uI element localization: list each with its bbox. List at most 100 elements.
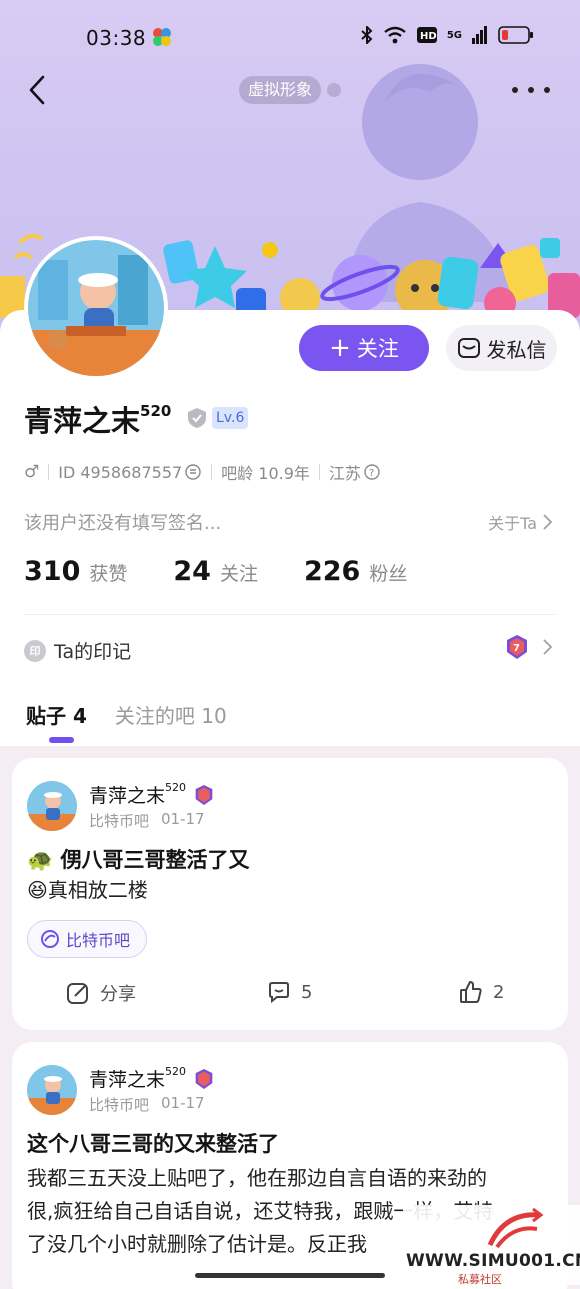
comment-button[interactable]: 5 <box>267 980 312 1004</box>
about-label: 关于Ta <box>488 514 537 533</box>
tab-posts[interactable]: 贴子 4 <box>26 700 87 729</box>
more-dot <box>544 87 550 93</box>
post-author[interactable]: 青萍之末520 <box>89 1065 214 1092</box>
tag-dot <box>327 83 341 97</box>
imprint-badge-number: 7 <box>513 643 520 654</box>
post-author-name: 青萍之末 <box>89 1069 166 1091</box>
stat-label: 获赞 <box>89 563 128 585</box>
status-bar: 03:38 HD 5G <box>0 0 580 74</box>
more-dot <box>512 87 518 93</box>
share-icon <box>67 983 88 1004</box>
bar-age: 吧龄 10.9年 <box>221 464 310 483</box>
like-count: 2 <box>493 981 505 1003</box>
post-date: 01-17 <box>161 810 205 828</box>
imprint-row[interactable]: 印 Ta的印记 <box>24 637 131 664</box>
post-title: 🐢 侽八哥三哥整活了又 <box>27 844 249 874</box>
post-author-avatar[interactable] <box>27 781 77 831</box>
forum-chip[interactable]: 比特币吧 <box>27 920 148 958</box>
like-button[interactable]: 2 <box>459 980 504 1004</box>
hd-icon: HD <box>416 27 437 43</box>
level-badge[interactable]: Lv.6 <box>212 407 249 429</box>
stat-number: 24 <box>173 556 211 587</box>
username-sup: 520 <box>140 402 172 420</box>
svg-text:HD: HD <box>420 31 437 42</box>
stats-row: 310 获赞 24 关注 226 粉丝 <box>24 556 453 587</box>
divider <box>48 464 50 480</box>
chevron-right-icon <box>543 514 552 530</box>
follow-label: 关注 <box>356 337 399 361</box>
about-link[interactable]: 关于Ta <box>488 510 552 534</box>
more-dot <box>528 87 534 93</box>
post-author-avatar[interactable] <box>27 1065 77 1115</box>
signal-bars-icon <box>472 26 487 44</box>
svg-text:?: ? <box>369 468 374 479</box>
more-options-button[interactable] <box>512 80 550 100</box>
stat-number: 226 <box>303 556 361 587</box>
back-button[interactable] <box>20 70 54 110</box>
username-text: 青萍之末 <box>24 404 141 438</box>
post-author-name: 青萍之末 <box>89 785 166 807</box>
divider <box>318 464 320 480</box>
stat-number: 310 <box>24 556 81 587</box>
stat-likes[interactable]: 310 获赞 <box>24 556 127 587</box>
profile-meta: ♂ ID 4958687557 吧龄 10.9年 江苏 ? <box>24 460 381 484</box>
post-author-sup: 520 <box>165 781 187 794</box>
forum-icon <box>41 930 59 948</box>
username: 青萍之末520 <box>24 398 171 440</box>
tab-followed-bars[interactable]: 关注的吧 10 <box>115 700 227 729</box>
plus-icon: + <box>329 333 351 363</box>
post-card[interactable]: 青萍之末520 比特币吧 01-17 🐢 侽八哥三哥整活了又 😆真相放二楼 比特… <box>12 758 568 1030</box>
status-icons: HD 5G <box>361 26 534 44</box>
comment-icon <box>269 982 289 1004</box>
location: 江苏 <box>328 464 361 483</box>
message-icon <box>457 338 480 358</box>
post-body: 😆真相放二楼 <box>27 878 148 902</box>
watermark: WWW.SIMU001.CN 私募社区 <box>403 1205 580 1286</box>
copy-icon[interactable] <box>184 463 202 481</box>
profile-avatar[interactable] <box>24 236 168 380</box>
share-button[interactable]: 分享 <box>66 980 136 1006</box>
author-badge-icon <box>195 1068 213 1089</box>
section-divider <box>24 614 556 615</box>
help-icon[interactable]: ? <box>363 463 381 481</box>
imprint-badge-icon: 7 <box>507 635 527 659</box>
chevron-left-icon <box>29 75 45 105</box>
stat-fans[interactable]: 226 粉丝 <box>304 556 407 587</box>
user-id: ID 4958687557 <box>58 462 183 482</box>
imprint-label: Ta的印记 <box>54 641 132 663</box>
imprint-icon: 印 <box>24 639 46 662</box>
author-badge-icon <box>195 784 213 805</box>
post-meta: 比特币吧 01-17 <box>89 1094 205 1115</box>
post-body-line: 我都三五天没上贴吧了，他在那边自言自语的来劲的 <box>27 1166 487 1190</box>
profile-tabs: 贴子 4 关注的吧 10 <box>26 700 227 729</box>
imprint-badges[interactable]: 7 <box>505 634 552 660</box>
post-title: 这个八哥三哥的又来整活了 <box>27 1128 279 1158</box>
bluetooth-icon <box>361 26 373 44</box>
shield-icon[interactable] <box>186 407 208 429</box>
post-date: 01-17 <box>161 1094 205 1112</box>
home-indicator[interactable] <box>195 1273 385 1278</box>
comment-count: 5 <box>301 981 313 1003</box>
stat-following[interactable]: 24 关注 <box>173 556 258 587</box>
male-gender-icon: ♂ <box>24 462 40 482</box>
post-author-sup: 520 <box>165 1065 187 1078</box>
tab-indicator <box>49 737 74 743</box>
stat-label: 粉丝 <box>369 563 408 585</box>
post-forum[interactable]: 比特币吧 <box>89 810 149 831</box>
watermark-subtext: 私募社区 <box>458 1273 502 1286</box>
private-message-button[interactable]: 发私信 <box>446 325 557 371</box>
signal-label: 5G <box>446 29 462 41</box>
virtual-avatar-tag[interactable]: 虚拟形象 <box>239 76 322 104</box>
divider <box>211 464 213 480</box>
post-author[interactable]: 青萍之末520 <box>89 781 214 808</box>
message-label: 发私信 <box>486 337 547 362</box>
post-title-text: 这个八哥三哥的又来整活了 <box>27 1132 279 1156</box>
post-title-text: 🐢 侽八哥三哥整活了又 <box>27 848 250 872</box>
app-notification-icon <box>153 28 171 46</box>
chevron-right-icon <box>543 639 552 655</box>
thumbs-up-icon <box>460 980 482 1003</box>
post-forum[interactable]: 比特币吧 <box>89 1094 149 1115</box>
share-label: 分享 <box>100 984 136 1005</box>
follow-button[interactable]: + 关注 <box>299 325 429 371</box>
watermark-logo <box>487 1207 544 1249</box>
